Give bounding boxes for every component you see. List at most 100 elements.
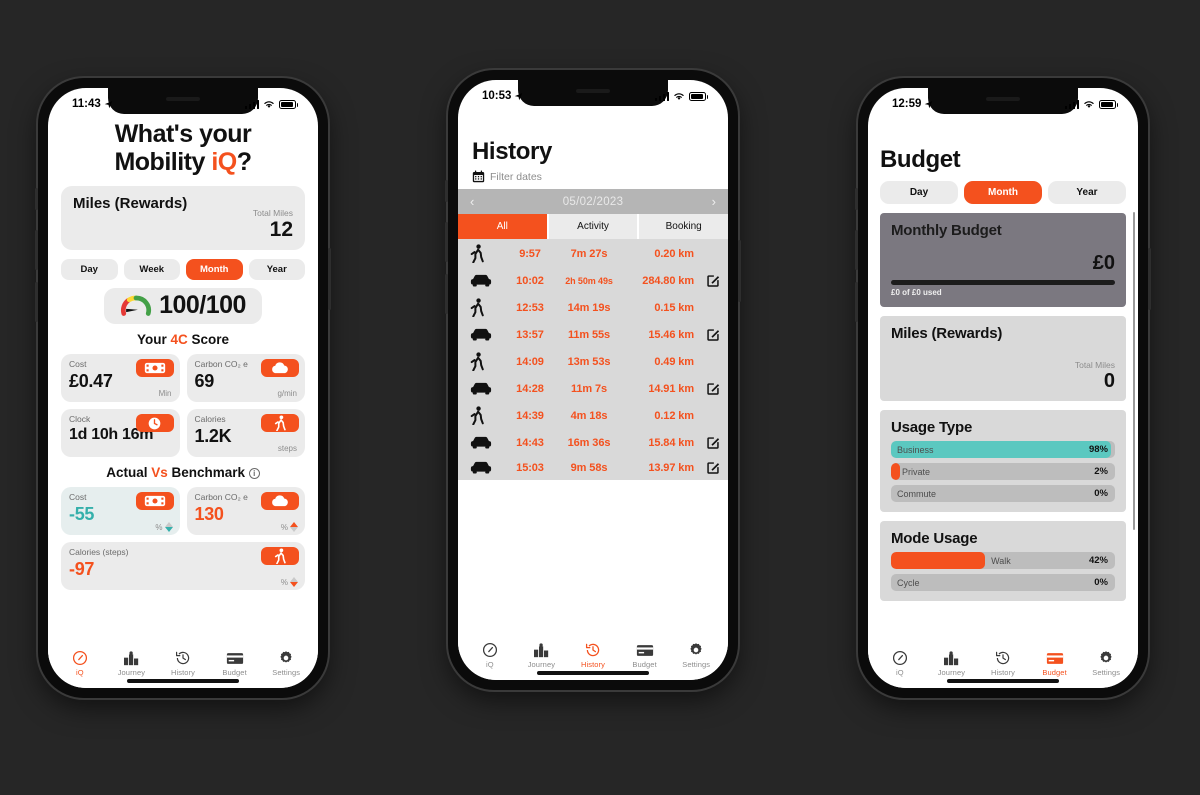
- iq-scroll-area[interactable]: What's your Mobility iQ? Miles (Rewards)…: [48, 116, 318, 642]
- score-card-cost[interactable]: Cost £0.47 Min: [61, 354, 180, 402]
- gear-icon: [1098, 650, 1114, 667]
- filter-dates-row[interactable]: Filter dates: [458, 166, 728, 189]
- volume-up-button[interactable]: [855, 230, 858, 270]
- tab-budget[interactable]: Budget: [1029, 650, 1081, 677]
- mute-switch[interactable]: [445, 180, 448, 202]
- history-tab-activity[interactable]: Activity: [548, 214, 638, 239]
- table-row[interactable]: 10:02 2h 50m 49s 284.80 km: [458, 268, 728, 293]
- table-row[interactable]: 13:57 11m 55s 15.46 km: [458, 322, 728, 347]
- usage-bar-business[interactable]: Business 98%: [891, 441, 1115, 458]
- score-card-calories[interactable]: Calories 1.2K steps: [186, 409, 305, 457]
- row-edit-button[interactable]: [698, 328, 720, 342]
- tab-iq[interactable]: iQ: [464, 642, 516, 669]
- volume-down-button[interactable]: [35, 282, 38, 322]
- history-tab-booking[interactable]: Booking: [639, 214, 728, 239]
- tab-iq[interactable]: iQ: [874, 650, 926, 677]
- row-edit-button[interactable]: [698, 382, 720, 396]
- score-card-clock[interactable]: Clock 1d 10h 16m: [61, 409, 180, 457]
- tab-iq[interactable]: iQ: [54, 650, 106, 677]
- row-duration: 2h 50m 49s: [565, 275, 613, 286]
- period-tab-day[interactable]: Day: [61, 259, 118, 280]
- usage-bar-commute[interactable]: Commute 0%: [891, 485, 1115, 502]
- benchmark-card-carbon[interactable]: Carbon CO₂ e 130 %: [186, 487, 305, 535]
- miles-rewards-card[interactable]: Miles (Rewards) Total Miles 12: [61, 186, 305, 250]
- power-button[interactable]: [328, 248, 331, 310]
- tab-settings[interactable]: Settings: [260, 650, 312, 677]
- volume-up-button[interactable]: [445, 222, 448, 262]
- benchmark-card-cost[interactable]: Cost -55 %: [61, 487, 180, 535]
- budget-period-segmented-control[interactable]: Day Month Year: [880, 181, 1126, 204]
- mute-switch[interactable]: [855, 188, 858, 210]
- location-arrow-icon: [104, 100, 113, 108]
- mode-bar-cycle[interactable]: Cycle 0%: [891, 574, 1115, 591]
- table-row[interactable]: 15:03 9m 58s 13.97 km: [458, 455, 728, 480]
- history-list: 9:57 7m 27s 0.20 km 10:02 2h 50m 49s 284…: [458, 239, 728, 480]
- score-card-carbon[interactable]: Carbon CO₂ e 69 g/min: [186, 354, 305, 402]
- budget-period-tab-year[interactable]: Year: [1048, 181, 1126, 204]
- home-indicator[interactable]: [947, 679, 1059, 683]
- row-edit-button[interactable]: [698, 436, 720, 450]
- date-navigator[interactable]: ‹ 05/02/2023 ›: [458, 189, 728, 214]
- period-tab-month[interactable]: Month: [186, 259, 243, 280]
- tab-journey[interactable]: Journey: [516, 642, 568, 669]
- row-distance: 15.46 km: [648, 328, 694, 341]
- car-icon: [470, 381, 500, 396]
- row-duration: 9m 58s: [570, 461, 608, 474]
- tab-history[interactable]: History: [157, 650, 209, 677]
- power-button[interactable]: [738, 240, 741, 302]
- period-tab-year[interactable]: Year: [248, 259, 305, 280]
- tab-settings[interactable]: Settings: [670, 642, 722, 669]
- row-edit-button[interactable]: [698, 274, 720, 288]
- table-row[interactable]: 14:09 13m 53s 0.49 km: [458, 347, 728, 376]
- volume-down-button[interactable]: [445, 274, 448, 314]
- power-button[interactable]: [1148, 248, 1151, 310]
- tab-history[interactable]: History: [977, 650, 1029, 677]
- budget-miles-card[interactable]: Miles (Rewards) Total Miles 0: [880, 316, 1126, 401]
- table-row[interactable]: 14:43 16m 36s 15.84 km: [458, 430, 728, 455]
- home-indicator[interactable]: [127, 679, 239, 683]
- budget-scroll-area[interactable]: Budget Day Month Year Monthly Budget £0 …: [868, 116, 1138, 642]
- mute-switch[interactable]: [35, 188, 38, 210]
- period-tab-week[interactable]: Week: [123, 259, 180, 280]
- tab-budget[interactable]: Budget: [619, 642, 671, 669]
- car-icon: [470, 327, 500, 342]
- row-time: 14:09: [516, 355, 544, 368]
- tab-journey[interactable]: Journey: [926, 650, 978, 677]
- table-row[interactable]: 9:57 7m 27s 0.20 km: [458, 239, 728, 268]
- volume-up-button[interactable]: [35, 230, 38, 270]
- walking-icon: [261, 547, 299, 565]
- row-edit-button[interactable]: [698, 461, 720, 475]
- table-row[interactable]: 12:53 14m 19s 0.15 km: [458, 293, 728, 322]
- period-segmented-control[interactable]: Day Week Month Year: [61, 259, 305, 280]
- tab-settings[interactable]: Settings: [1080, 650, 1132, 677]
- mode-bar-walk[interactable]: Walk 42%: [891, 552, 1115, 569]
- edit-icon: [707, 436, 720, 449]
- home-indicator[interactable]: [537, 671, 649, 675]
- tab-journey[interactable]: Journey: [106, 650, 158, 677]
- mode-usage-title: Mode Usage: [891, 530, 978, 547]
- vertical-scrollbar[interactable]: [1132, 212, 1135, 530]
- benchmark-card-calories[interactable]: Calories (steps) -97 %: [61, 542, 305, 590]
- usage-bar-private[interactable]: Private 2%: [891, 463, 1115, 480]
- score-title-pre: Your: [136, 332, 171, 347]
- benchmark-section-title: Actual Vs Benchmark i: [61, 465, 305, 480]
- history-scroll-area[interactable]: History Filter dates ‹ 05/02/2023 › All …: [458, 108, 728, 634]
- car-icon: [470, 460, 500, 475]
- monthly-budget-card[interactable]: Monthly Budget £0 £0 of £0 used: [880, 213, 1126, 307]
- info-icon[interactable]: i: [248, 468, 260, 479]
- tab-history[interactable]: History: [567, 642, 619, 669]
- table-row[interactable]: 14:39 4m 18s 0.12 km: [458, 401, 728, 430]
- banknote-icon: [135, 359, 174, 377]
- table-row[interactable]: 14:28 11m 7s 14.91 km: [458, 376, 728, 401]
- score-pill[interactable]: 100/100: [104, 288, 262, 324]
- history-tab-all[interactable]: All: [458, 214, 547, 239]
- row-duration: 4m 18s: [570, 409, 608, 422]
- chevron-right-icon[interactable]: ›: [712, 194, 716, 209]
- tab-budget[interactable]: Budget: [209, 650, 261, 677]
- history-filter-tabs[interactable]: All Activity Booking: [458, 214, 728, 239]
- budget-period-tab-day[interactable]: Day: [880, 181, 958, 204]
- status-bar: 10:53: [458, 80, 728, 108]
- chevron-left-icon[interactable]: ‹: [470, 194, 474, 209]
- budget-period-tab-month[interactable]: Month: [964, 181, 1042, 204]
- volume-down-button[interactable]: [855, 282, 858, 322]
